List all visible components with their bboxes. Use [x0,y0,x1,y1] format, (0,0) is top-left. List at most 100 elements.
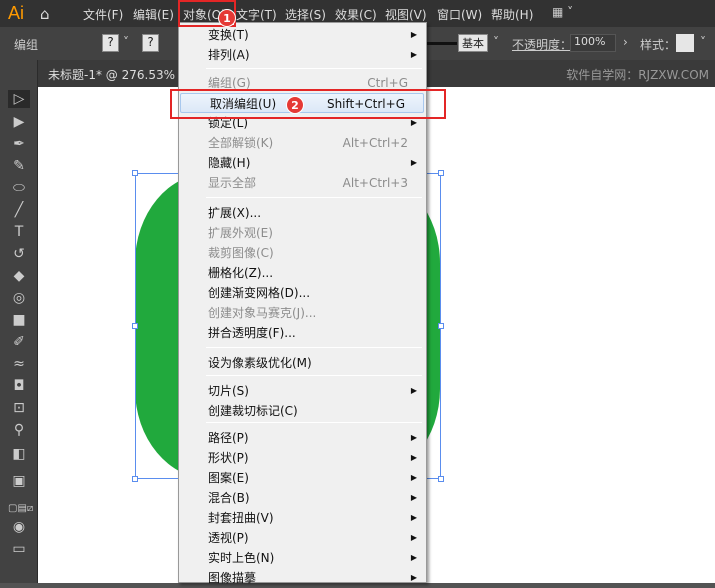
chevron-down-icon[interactable]: ˅ [493,35,499,49]
pen-tool-icon[interactable]: ✒ [8,135,30,153]
gradient-tool-icon[interactable]: ■ [8,311,30,329]
annotation-box-2 [170,89,446,119]
menu-item[interactable]: 创建对象马赛克(J)... [179,303,426,323]
step-badge-2: 2 [286,96,304,114]
chevron-right-icon[interactable]: › [623,35,628,49]
menu-item[interactable]: 裁剪图像(C) [179,243,426,263]
chevron-down-icon[interactable]: ˅ [123,35,129,49]
menu-effect[interactable]: 效果(C) [335,6,377,23]
puppet-warp-tool-icon[interactable]: ≈ [8,355,30,373]
menu-edit[interactable]: 编辑(E) [133,6,174,23]
resize-handle[interactable] [132,170,138,176]
menu-item[interactable]: 扩展外观(E) [179,223,426,243]
style-label: 样式： [640,38,677,52]
submenu-arrow-icon: ▶ [410,513,417,522]
menu-separator [206,422,422,423]
workspace-switcher-icon[interactable]: ▦ ˅ [552,5,573,19]
type-tool-icon[interactable]: T [8,223,30,241]
menu-item[interactable]: 混合(B) ▶ [179,488,426,508]
stroke-swatch[interactable]: ? [142,34,159,52]
menu-item-label: 图像描摹 [208,571,257,585]
color-mode-icon[interactable]: ▢▤⧄ [8,500,33,518]
menu-item-label: 路径(P) [208,431,249,445]
menu-item[interactable]: 排列(A) ▶ [179,45,426,65]
menu-window[interactable]: 窗口(W) [437,6,482,23]
menu-item-label: 创建裁切标记(C) [208,404,298,418]
submenu-arrow-icon: ▶ [410,533,417,542]
resize-handle[interactable] [438,170,444,176]
fill-stroke-icon[interactable]: ◧ [8,445,30,463]
menu-select[interactable]: 选择(S) [285,6,326,23]
menu-item[interactable]: 扩展(X)... [179,203,426,223]
menu-item[interactable]: 栅格化(Z)... [179,263,426,283]
menu-item-label: 裁剪图像(C) [208,246,274,260]
menu-separator [206,347,422,348]
menu-item-label: 图案(E) [208,471,249,485]
menu-item-label: 栅格化(Z)... [208,266,274,280]
menu-item[interactable]: 拼合透明度(F)... [179,323,426,343]
menu-item-label: 全部解锁(K) [208,136,274,150]
menu-item-label: 扩展(X)... [208,206,262,220]
menu-item[interactable]: 创建裁切标记(C) [179,401,426,421]
selection-tool-icon[interactable]: ▷ [8,90,30,108]
menu-item[interactable]: 透视(P) ▶ [179,528,426,548]
menu-item-label: 排列(A) [208,48,250,62]
style-swatch[interactable] [676,34,694,52]
menu-separator [206,68,422,69]
menu-item[interactable]: 设为像素级优化(M) [179,353,426,373]
menu-item-label: 扩展外观(E) [208,226,273,240]
chevron-down-icon[interactable]: ˅ [700,35,706,49]
draw-mode-icon[interactable]: ◉ [8,518,30,536]
shape-builder-tool-icon[interactable]: ◎ [8,289,30,307]
submenu-arrow-icon: ▶ [410,30,417,39]
menu-item[interactable]: 图像描摹 ▶ [179,568,426,588]
eyedropper-tool-icon[interactable]: ✐ [8,333,30,351]
menu-item[interactable]: 切片(S) ▶ [179,381,426,401]
menu-item[interactable]: 路径(P) ▶ [179,428,426,448]
resize-handle[interactable] [132,476,138,482]
submenu-arrow-icon: ▶ [410,158,417,167]
menu-file[interactable]: 文件(F) [83,6,123,23]
menu-item[interactable]: 图案(E) ▶ [179,468,426,488]
fill-stroke-swatches-icon[interactable]: ▣ [8,472,30,490]
menu-item[interactable]: 显示全部 Alt+Ctrl+3 [179,173,426,193]
screen-mode-icon[interactable]: ▭ [8,540,30,558]
menu-item[interactable]: 隐藏(H) ▶ [179,153,426,173]
submenu-arrow-icon: ▶ [410,573,417,582]
menu-item-label: 显示全部 [208,176,257,190]
menu-item[interactable]: 创建渐变网格(D)... [179,283,426,303]
resize-handle[interactable] [132,323,138,329]
artboard-tool-icon[interactable]: ⊡ [8,399,30,417]
rotate-tool-icon[interactable]: ↺ [8,245,30,263]
submenu-arrow-icon: ▶ [410,473,417,482]
home-icon[interactable]: ⌂ [40,5,50,23]
menu-item[interactable]: 实时上色(N) ▶ [179,548,426,568]
ellipse-tool-icon[interactable]: ⬭ [8,179,30,197]
menu-item-label: 创建渐变网格(D)... [208,286,311,300]
resize-handle[interactable] [438,323,444,329]
menu-view[interactable]: 视图(V) [385,6,427,23]
symbol-sprayer-tool-icon[interactable]: ◘ [8,377,30,395]
curvature-tool-icon[interactable]: ✎ [8,157,30,175]
menu-item[interactable]: 变换(T) ▶ [179,25,426,45]
stroke-preview [427,42,457,45]
opacity-input[interactable]: 100% [570,34,616,52]
menu-item[interactable]: 全部解锁(K) Alt+Ctrl+2 [179,133,426,153]
menu-type[interactable]: 文字(T) [236,6,277,23]
menu-item[interactable]: 形状(P) ▶ [179,448,426,468]
menu-help[interactable]: 帮助(H) [491,6,533,23]
zoom-tool-icon[interactable]: ⚲ [8,421,30,439]
paintbrush-tool-icon[interactable]: ╱ [8,201,30,219]
direct-selection-tool-icon[interactable]: ▶ [8,113,30,131]
watermark: 软件自学网：RJZXW.COM [566,68,709,82]
resize-handle[interactable] [438,476,444,482]
menu-item-label: 封套扭曲(V) [208,511,274,525]
menu-item[interactable]: 封套扭曲(V) ▶ [179,508,426,528]
eraser-tool-icon[interactable]: ◆ [8,267,30,285]
menu-item-label: 创建对象马赛克(J)... [208,306,317,320]
tools-panel: ▷ ▶ ✒ ✎ ⬭ ╱ T ↺ ◆ ◎ ■ ✐ ≈ ◘ ⊡ ⚲ ◧ ▣ ▢▤⧄ … [0,60,38,583]
stroke-style-select[interactable]: 基本 [458,34,488,52]
fill-swatch[interactable]: ? [102,34,119,52]
menu-separator [206,197,422,198]
document-tab[interactable]: 未标题-1* @ 276.53% (C [48,66,192,83]
